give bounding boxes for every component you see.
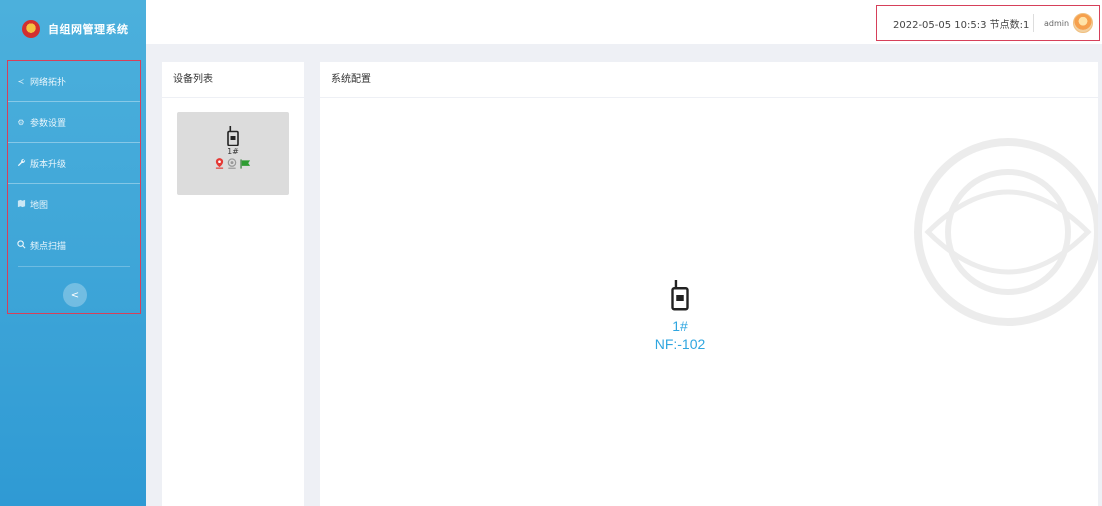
username[interactable]: admin: [1044, 19, 1069, 28]
radio-device-icon: [671, 280, 689, 311]
device-list-panel: 设备列表 1#: [162, 62, 304, 506]
wrench-icon: [16, 158, 26, 169]
sidebar-item-label: 地图: [30, 201, 49, 211]
chevron-left-icon: <: [70, 289, 80, 301]
top-header: 2022-05-05 10:5:3 节点数:1 admin: [146, 0, 1102, 44]
emblem-icon: [22, 20, 40, 38]
topology-node[interactable]: 1# NF:-102: [620, 279, 740, 353]
panel-title: 系统配置: [320, 62, 1098, 98]
sidebar-item-label: 频点扫描: [30, 242, 67, 252]
search-icon: [16, 240, 26, 251]
panel-title: 设备列表: [162, 62, 304, 98]
app-logo-bar[interactable]: 自组网管理系统: [0, 0, 146, 58]
app-title: 自组网管理系统: [48, 23, 129, 36]
map-icon: [16, 199, 26, 210]
node-count: 节点数:1: [989, 19, 1030, 31]
divider: [1033, 14, 1034, 32]
sidebar: 自组网管理系统 ≺ 网络拓扑 ⚙ 参数设置 版本升级 地图 频点扫描 <: [0, 0, 146, 506]
flag-icon: [240, 158, 251, 169]
sidebar-item-label: 网络拓扑: [30, 77, 67, 88]
sidebar-menu: ≺ 网络拓扑 ⚙ 参数设置 版本升级 地图 频点扫描 <: [7, 60, 141, 314]
watermark-logo-icon: [914, 138, 1098, 326]
sidebar-item-map[interactable]: 地图: [8, 184, 140, 225]
sidebar-item-frequency-scan[interactable]: 频点扫描: [8, 225, 140, 266]
sidebar-item-parameter-settings[interactable]: ⚙ 参数设置: [8, 102, 140, 143]
sidebar-item-label: 参数设置: [30, 118, 67, 129]
sidebar-item-network-topology[interactable]: ≺ 网络拓扑: [8, 61, 140, 102]
collapse-sidebar-button[interactable]: <: [63, 283, 87, 307]
menu-divider: [18, 266, 130, 267]
avatar[interactable]: [1073, 13, 1094, 33]
gear-icon: ⚙: [17, 117, 25, 127]
signal-icon: [227, 158, 237, 169]
status-box: 2022-05-05 10:5:3 节点数:1 admin: [876, 5, 1100, 41]
share-icon: ≺: [17, 76, 25, 86]
location-pin-icon: [215, 158, 224, 169]
node-nf-value: NF:-102: [654, 336, 706, 352]
sidebar-item-label: 版本升级: [30, 159, 67, 170]
device-name: 1#: [227, 147, 239, 156]
radio-device-icon: [227, 126, 239, 146]
system-config-panel: 系统配置 1# NF:-102: [320, 62, 1098, 506]
sidebar-item-version-upgrade[interactable]: 版本升级: [8, 143, 140, 184]
device-card[interactable]: 1#: [177, 112, 289, 195]
node-name: 1#: [672, 318, 688, 334]
device-status-badges: [177, 158, 289, 169]
datetime: 2022-05-05 10:5:3: [893, 19, 987, 31]
status-text: 2022-05-05 10:5:3 节点数:1: [877, 16, 1033, 31]
